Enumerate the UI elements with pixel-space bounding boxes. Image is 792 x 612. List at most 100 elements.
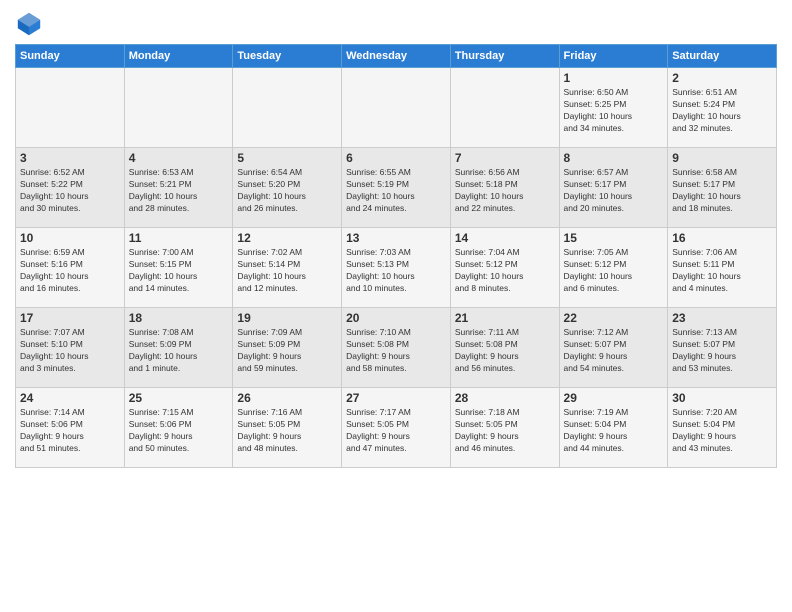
day-info: Sunrise: 7:19 AM Sunset: 5:04 PM Dayligh… <box>564 407 664 455</box>
day-number: 10 <box>20 231 120 245</box>
calendar-cell: 11 Sunrise: 7:00 AM Sunset: 5:15 PM Dayli… <box>124 228 233 308</box>
day-number: 23 <box>672 311 772 325</box>
day-number: 13 <box>346 231 446 245</box>
calendar-cell: 1 Sunrise: 6:50 AM Sunset: 5:25 PM Daylig… <box>559 68 668 148</box>
day-number: 3 <box>20 151 120 165</box>
day-info: Sunrise: 6:53 AM Sunset: 5:21 PM Dayligh… <box>129 167 229 215</box>
day-header-monday: Monday <box>124 45 233 68</box>
day-info: Sunrise: 7:11 AM Sunset: 5:08 PM Dayligh… <box>455 327 555 375</box>
day-number: 24 <box>20 391 120 405</box>
day-number: 21 <box>455 311 555 325</box>
day-info: Sunrise: 6:57 AM Sunset: 5:17 PM Dayligh… <box>564 167 664 215</box>
calendar-cell: 7 Sunrise: 6:56 AM Sunset: 5:18 PM Daylig… <box>450 148 559 228</box>
day-info: Sunrise: 7:17 AM Sunset: 5:05 PM Dayligh… <box>346 407 446 455</box>
day-info: Sunrise: 7:13 AM Sunset: 5:07 PM Dayligh… <box>672 327 772 375</box>
day-number: 18 <box>129 311 229 325</box>
day-info: Sunrise: 7:09 AM Sunset: 5:09 PM Dayligh… <box>237 327 337 375</box>
calendar-cell: 15 Sunrise: 7:05 AM Sunset: 5:12 PM Dayli… <box>559 228 668 308</box>
day-header-wednesday: Wednesday <box>342 45 451 68</box>
week-row-2: 10 Sunrise: 6:59 AM Sunset: 5:16 PM Dayli… <box>16 228 777 308</box>
day-info: Sunrise: 7:04 AM Sunset: 5:12 PM Dayligh… <box>455 247 555 295</box>
calendar-table: SundayMondayTuesdayWednesdayThursdayFrid… <box>15 44 777 468</box>
day-header-thursday: Thursday <box>450 45 559 68</box>
day-info: Sunrise: 6:55 AM Sunset: 5:19 PM Dayligh… <box>346 167 446 215</box>
calendar-cell: 27 Sunrise: 7:17 AM Sunset: 5:05 PM Dayli… <box>342 388 451 468</box>
day-info: Sunrise: 7:16 AM Sunset: 5:05 PM Dayligh… <box>237 407 337 455</box>
day-header-friday: Friday <box>559 45 668 68</box>
day-info: Sunrise: 7:08 AM Sunset: 5:09 PM Dayligh… <box>129 327 229 375</box>
day-number: 16 <box>672 231 772 245</box>
day-number: 11 <box>129 231 229 245</box>
day-number: 17 <box>20 311 120 325</box>
calendar-cell: 20 Sunrise: 7:10 AM Sunset: 5:08 PM Dayli… <box>342 308 451 388</box>
calendar-cell: 23 Sunrise: 7:13 AM Sunset: 5:07 PM Dayli… <box>668 308 777 388</box>
day-number: 8 <box>564 151 664 165</box>
logo <box>15 10 47 38</box>
calendar-cell: 2 Sunrise: 6:51 AM Sunset: 5:24 PM Daylig… <box>668 68 777 148</box>
day-info: Sunrise: 7:14 AM Sunset: 5:06 PM Dayligh… <box>20 407 120 455</box>
calendar-cell: 26 Sunrise: 7:16 AM Sunset: 5:05 PM Dayli… <box>233 388 342 468</box>
day-info: Sunrise: 7:00 AM Sunset: 5:15 PM Dayligh… <box>129 247 229 295</box>
calendar-cell: 22Sunrise: 7:12 AM Sunset: 5:07 PM Dayli… <box>559 308 668 388</box>
day-number: 1 <box>564 71 664 85</box>
day-number: 6 <box>346 151 446 165</box>
day-info: Sunrise: 7:15 AM Sunset: 5:06 PM Dayligh… <box>129 407 229 455</box>
day-info: Sunrise: 7:05 AM Sunset: 5:12 PM Dayligh… <box>564 247 664 295</box>
day-info: Sunrise: 7:18 AM Sunset: 5:05 PM Dayligh… <box>455 407 555 455</box>
day-number: 7 <box>455 151 555 165</box>
calendar-cell <box>16 68 125 148</box>
day-info: Sunrise: 7:07 AM Sunset: 5:10 PM Dayligh… <box>20 327 120 375</box>
day-number: 22 <box>564 311 664 325</box>
day-number: 27 <box>346 391 446 405</box>
week-row-3: 17 Sunrise: 7:07 AM Sunset: 5:10 PM Dayli… <box>16 308 777 388</box>
day-number: 19 <box>237 311 337 325</box>
day-header-saturday: Saturday <box>668 45 777 68</box>
calendar-cell: 25 Sunrise: 7:15 AM Sunset: 5:06 PM Dayli… <box>124 388 233 468</box>
week-row-0: 1 Sunrise: 6:50 AM Sunset: 5:25 PM Daylig… <box>16 68 777 148</box>
calendar-cell: 19 Sunrise: 7:09 AM Sunset: 5:09 PM Dayli… <box>233 308 342 388</box>
calendar-cell: 16 Sunrise: 7:06 AM Sunset: 5:11 PM Dayli… <box>668 228 777 308</box>
calendar-cell: 13 Sunrise: 7:03 AM Sunset: 5:13 PM Dayli… <box>342 228 451 308</box>
day-number: 25 <box>129 391 229 405</box>
calendar-cell: 17 Sunrise: 7:07 AM Sunset: 5:10 PM Dayli… <box>16 308 125 388</box>
day-info: Sunrise: 6:56 AM Sunset: 5:18 PM Dayligh… <box>455 167 555 215</box>
calendar-cell: 12Sunrise: 7:02 AM Sunset: 5:14 PM Dayli… <box>233 228 342 308</box>
day-number: 9 <box>672 151 772 165</box>
day-info: Sunrise: 6:50 AM Sunset: 5:25 PM Dayligh… <box>564 87 664 135</box>
day-number: 4 <box>129 151 229 165</box>
calendar-cell: 24 Sunrise: 7:14 AM Sunset: 5:06 PM Dayli… <box>16 388 125 468</box>
day-number: 20 <box>346 311 446 325</box>
calendar-cell <box>342 68 451 148</box>
logo-icon <box>15 10 43 38</box>
day-number: 26 <box>237 391 337 405</box>
week-row-1: 3 Sunrise: 6:52 AM Sunset: 5:22 PM Daylig… <box>16 148 777 228</box>
calendar-cell <box>124 68 233 148</box>
day-number: 5 <box>237 151 337 165</box>
day-number: 15 <box>564 231 664 245</box>
day-number: 2 <box>672 71 772 85</box>
day-header-sunday: Sunday <box>16 45 125 68</box>
day-info: Sunrise: 7:06 AM Sunset: 5:11 PM Dayligh… <box>672 247 772 295</box>
day-number: 28 <box>455 391 555 405</box>
calendar-cell: 5 Sunrise: 6:54 AM Sunset: 5:20 PM Daylig… <box>233 148 342 228</box>
calendar-cell: 18 Sunrise: 7:08 AM Sunset: 5:09 PM Dayli… <box>124 308 233 388</box>
calendar-cell: 6 Sunrise: 6:55 AM Sunset: 5:19 PM Daylig… <box>342 148 451 228</box>
day-info: Sunrise: 6:52 AM Sunset: 5:22 PM Dayligh… <box>20 167 120 215</box>
calendar-cell <box>450 68 559 148</box>
calendar-cell: 9Sunrise: 6:58 AM Sunset: 5:17 PM Daylig… <box>668 148 777 228</box>
day-info: Sunrise: 6:54 AM Sunset: 5:20 PM Dayligh… <box>237 167 337 215</box>
day-number: 30 <box>672 391 772 405</box>
day-number: 14 <box>455 231 555 245</box>
header <box>15 10 777 38</box>
calendar-cell: 30Sunrise: 7:20 AM Sunset: 5:04 PM Dayli… <box>668 388 777 468</box>
day-number: 29 <box>564 391 664 405</box>
calendar-cell: 4 Sunrise: 6:53 AM Sunset: 5:21 PM Daylig… <box>124 148 233 228</box>
day-info: Sunrise: 6:51 AM Sunset: 5:24 PM Dayligh… <box>672 87 772 135</box>
calendar-cell: 21 Sunrise: 7:11 AM Sunset: 5:08 PM Dayli… <box>450 308 559 388</box>
day-info: Sunrise: 7:10 AM Sunset: 5:08 PM Dayligh… <box>346 327 446 375</box>
day-info: Sunrise: 7:03 AM Sunset: 5:13 PM Dayligh… <box>346 247 446 295</box>
calendar-cell: 28 Sunrise: 7:18 AM Sunset: 5:05 PM Dayli… <box>450 388 559 468</box>
calendar-cell <box>233 68 342 148</box>
header-row: SundayMondayTuesdayWednesdayThursdayFrid… <box>16 45 777 68</box>
day-info: Sunrise: 6:59 AM Sunset: 5:16 PM Dayligh… <box>20 247 120 295</box>
